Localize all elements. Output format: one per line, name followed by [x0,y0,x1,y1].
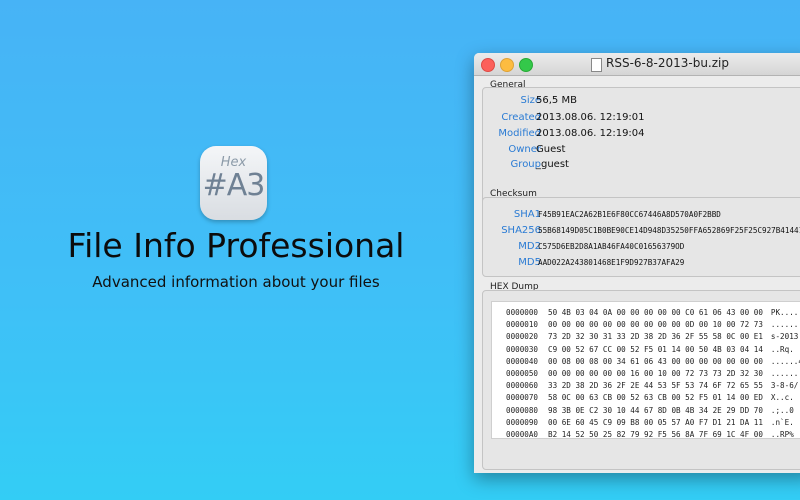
app-title: File Info Professional [67,226,405,265]
hexdump-ascii: PK...... [770,308,800,317]
hexdump-bytes: 00 00 00 00 00 00 16 00 10 00 72 73 73 2… [548,369,763,378]
hexdump-view[interactable]: 0000000 50 4B 03 04 0A 00 00 00 00 00 C0 … [491,301,800,439]
modified-row: Modified 2013.08.06. 12:19:04 [483,128,800,144]
hexdump-bytes: 00 6E 60 45 C9 09 B8 00 05 57 A0 F7 D1 2… [548,417,763,427]
zoom-button[interactable] [519,58,533,72]
hexdump-ascii: ..RP% [770,430,794,439]
group-value: _guest [536,159,569,170]
owner-value: Guest [536,144,566,155]
hexdump-offset: 0000090 [506,417,539,427]
owner-label: Owner [508,144,541,155]
size-value: 56,5 MB [536,95,577,106]
hexdump-ascii: .;..0 [770,405,794,415]
hexdump-ascii: ........ [770,320,800,330]
hexdump-bytes: 00 00 00 00 00 00 00 00 00 00 0D 00 10 0… [548,320,763,330]
sha256-value[interactable]: 55B68149D05C1B0BE90CE14D948D35250FFA6528… [538,226,800,235]
md2-row: MD2 C575D6EB2D8A1AB46FA40C01656379OD [483,241,800,257]
hexdump-line: 0000050 00 00 00 00 00 00 16 00 10 00 72 … [506,369,800,381]
app-subtitle: Advanced information about your files [92,273,380,291]
hexdump-bytes: 73 2D 32 30 31 33 2D 38 2D 36 2F 55 58 0… [548,332,763,342]
sha256-row: SHA256 55B68149D05C1B0BE90CE14D948D35250… [483,225,800,241]
hexdump-offset: 0000010 [506,320,539,330]
hexdump-line: 0000060 33 2D 38 2D 36 2F 2E 44 53 5F 53 … [506,381,798,393]
hexdump-bytes: 00 08 00 08 00 34 61 06 43 00 00 00 00 0… [548,356,763,366]
close-button[interactable] [481,58,495,72]
created-row: Created 2013.08.06. 12:19:01 [483,112,800,128]
modified-value: 2013.08.06. 12:19:04 [536,128,645,139]
hexdump-line: 0000020 73 2D 32 30 31 33 2D 38 2D 36 2F … [506,332,798,344]
hexdump-line: 0000010 00 00 00 00 00 00 00 00 00 00 0D … [506,320,800,332]
hexdump-offset: 0000050 [506,369,539,378]
hexdump-ascii: ....... [770,369,800,378]
md5-label: MD5 [518,257,541,268]
hexdump-bytes: 50 4B 03 04 0A 00 00 00 00 00 C0 61 06 4… [548,308,763,317]
created-value: 2013.08.06. 12:19:01 [536,112,645,123]
sha1-value[interactable]: F45B91EAC2A62B1E6F80CC67446A8D570A0F2BBD [538,210,721,219]
created-label: Created [501,112,541,123]
hexdump-offset: 0000040 [506,356,539,366]
hexdump-ascii: ..Rq. [770,344,794,354]
hexdump-group: 0000000 50 4B 03 04 0A 00 00 00 00 00 C0 … [482,290,800,470]
hexdump-ascii: X..c. [770,393,794,403]
window-title: RSS-6-8-2013-bu.zip [606,56,729,70]
md2-value[interactable]: C575D6EB2D8A1AB46FA40C01656379OD [538,242,684,251]
sha256-label: SHA256 [501,225,541,236]
app-icon: Hex #A3 [200,146,267,220]
minimize-button[interactable] [500,58,514,72]
md5-row: MD5 AAD022A243801468E1F9D927B37AFA29 [483,257,800,273]
hexdump-line: 0000070 58 0C 00 63 CB 00 52 63 CB 00 52 … [506,393,794,405]
hexdump-bytes: 33 2D 38 2D 36 2F 2E 44 53 5F 53 74 6F 7… [548,381,763,391]
file-info-window: RSS-6-8-2013-bu.zip General Size 56,5 MB… [474,53,800,473]
md5-value[interactable]: AAD022A243801468E1F9D927B37AFA29 [538,258,684,267]
checksum-group: SHA1 F45B91EAC2A62B1E6F80CC67446A8D570A0… [482,197,800,277]
modified-label: Modified [498,128,541,139]
hexdump-offset: 00000A0 [506,430,539,439]
hexdump-line: 0000040 00 08 00 08 00 34 61 06 43 00 00 … [506,357,800,369]
group-row: Group _guest [483,159,800,175]
hexdump-offset: 0000070 [506,393,539,403]
hexdump-bytes: C9 00 52 67 CC 00 52 F5 01 14 00 50 4B 0… [548,344,763,354]
hexdump-offset: 0000000 [506,308,539,317]
hexdump-line: 0000000 50 4B 03 04 0A 00 00 00 00 00 C0 … [506,308,800,320]
size-label: Size [520,95,541,106]
app-icon-big-text: #A3 [202,168,266,203]
size-row: Size 56,5 MB [483,95,800,111]
sha1-label: SHA1 [513,209,541,220]
window-titlebar[interactable]: RSS-6-8-2013-bu.zip [474,53,800,76]
hexdump-bytes: 98 3B 0E C2 30 10 44 67 8D 0B 4B 34 2E 2… [548,405,763,415]
document-icon [591,58,602,72]
hexdump-offset: 0000060 [506,381,539,391]
hexdump-ascii: s-2013 [770,332,799,342]
hexdump-offset: 0000030 [506,344,539,354]
hexdump-bytes: 58 0C 00 63 CB 00 52 63 CB 00 52 F5 01 1… [548,393,763,403]
sha1-row: SHA1 F45B91EAC2A62B1E6F80CC67446A8D570A0… [483,209,800,225]
hexdump-ascii: .n`E. [770,417,794,427]
hexdump-line: 0000090 00 6E 60 45 C9 09 B8 00 05 57 A0 … [506,418,794,430]
md2-label: MD2 [518,241,541,252]
hexdump-line: 0000080 98 3B 0E C2 30 10 44 67 8D 0B 4B … [506,406,794,418]
hexdump-ascii: 3-8-6/ [770,381,799,391]
hexdump-offset: 0000080 [506,405,539,415]
group-label: Group [510,159,541,170]
hexdump-bytes: B2 14 52 50 25 82 79 92 F5 56 8A 7F 69 1… [548,430,763,439]
owner-row: Owner Guest [483,144,800,160]
hexdump-line: 00000A0 B2 14 52 50 25 82 79 92 F5 56 8A … [506,430,794,442]
hexdump-ascii: ......4 [770,356,800,366]
hexdump-line: 0000030 C9 00 52 67 CC 00 52 F5 01 14 00 … [506,345,794,357]
hexdump-offset: 0000020 [506,332,539,342]
